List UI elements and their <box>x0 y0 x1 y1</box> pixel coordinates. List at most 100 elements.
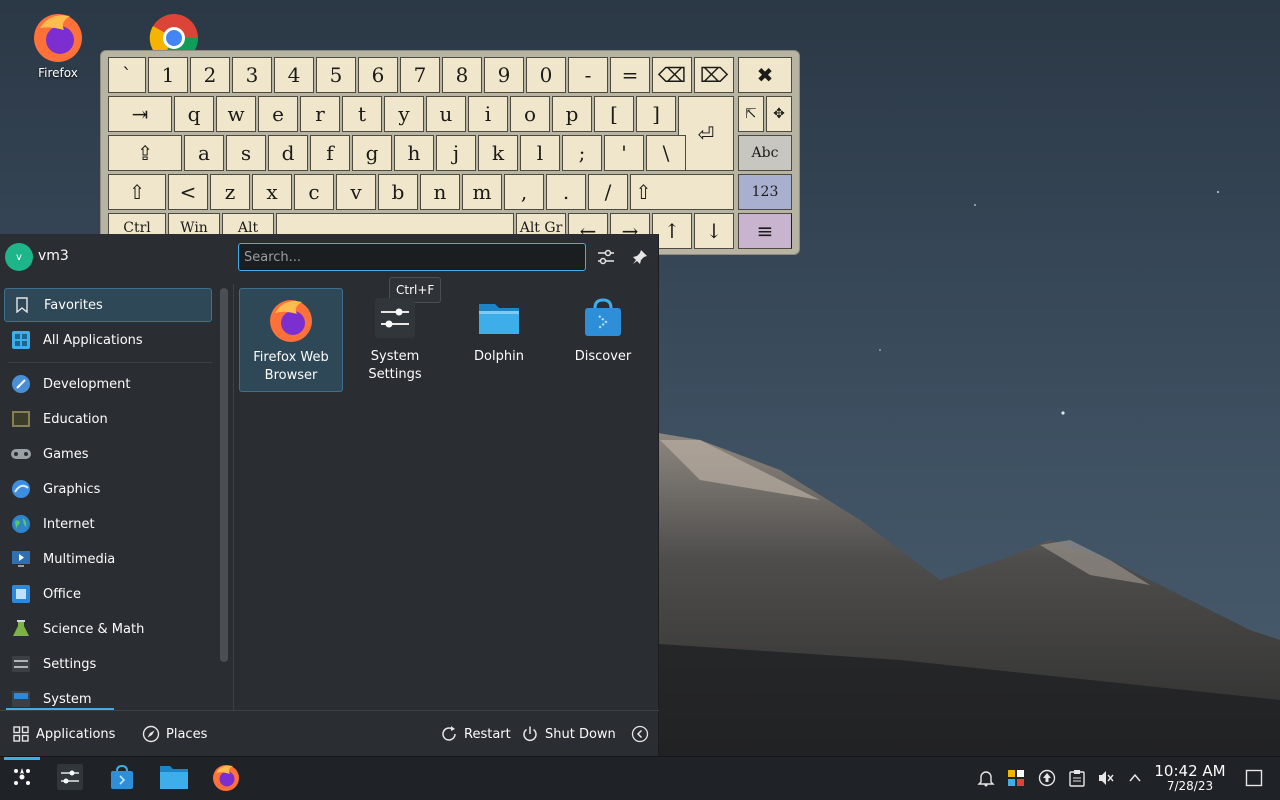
chevron-up-icon[interactable] <box>1124 767 1146 789</box>
show-desktop-icon[interactable] <box>1243 767 1265 789</box>
update-icon[interactable] <box>1036 767 1058 789</box>
category-science-math[interactable]: Science & Math <box>4 612 212 646</box>
favorite-discover[interactable]: Discover <box>551 288 655 392</box>
favorite-dolphin[interactable]: Dolphin <box>447 288 551 392</box>
key-alt[interactable]: Alt <box>222 213 274 235</box>
keyboard-menu-button[interactable]: ≡ <box>738 213 792 249</box>
key-backspace[interactable]: ⌫ <box>652 57 692 93</box>
key-0[interactable]: 0 <box>526 57 566 93</box>
taskbar-dolphin[interactable] <box>155 761 193 797</box>
leave-more-button[interactable] <box>631 711 655 757</box>
key-bracket-right[interactable]: ] <box>636 96 676 132</box>
key-comma[interactable]: , <box>504 174 544 210</box>
key-enter[interactable]: ⏎ <box>678 96 734 171</box>
key-5[interactable]: 5 <box>316 57 356 93</box>
key-r[interactable]: r <box>300 96 340 132</box>
key-shift-right[interactable]: ⇧ <box>630 174 734 210</box>
key-caps-lock[interactable]: ⇪ <box>108 135 182 171</box>
key-semicolon[interactable]: ; <box>562 135 602 171</box>
key-k[interactable]: k <box>478 135 518 171</box>
key-l[interactable]: l <box>520 135 560 171</box>
tab-applications[interactable]: Applications <box>12 711 115 757</box>
key-backtick[interactable]: ` <box>108 57 146 93</box>
key-slash[interactable]: / <box>588 174 628 210</box>
key-1[interactable]: 1 <box>148 57 188 93</box>
key-9[interactable]: 9 <box>484 57 524 93</box>
key-z[interactable]: z <box>210 174 250 210</box>
application-launcher-button[interactable] <box>3 761 41 797</box>
key-x[interactable]: x <box>252 174 292 210</box>
pin-icon[interactable] <box>629 246 651 268</box>
clipboard-icon[interactable] <box>1066 767 1088 789</box>
color-picker-icon[interactable] <box>1005 767 1027 789</box>
key-minus[interactable]: - <box>568 57 608 93</box>
key-i[interactable]: i <box>468 96 508 132</box>
key-w[interactable]: w <box>216 96 256 132</box>
key-2[interactable]: 2 <box>190 57 230 93</box>
category-favorites[interactable]: Favorites <box>4 288 212 322</box>
key-q[interactable]: q <box>174 96 214 132</box>
key-p[interactable]: p <box>552 96 592 132</box>
key-bracket-left[interactable]: [ <box>594 96 634 132</box>
category-development[interactable]: Development <box>4 367 212 401</box>
volume-muted-icon[interactable] <box>1095 767 1117 789</box>
category-graphics[interactable]: Graphics <box>4 472 212 506</box>
taskbar-system-settings[interactable] <box>51 761 89 797</box>
key-abc-layout[interactable]: Abc <box>738 135 792 171</box>
taskbar-discover[interactable] <box>103 761 141 797</box>
key-t[interactable]: t <box>342 96 382 132</box>
key-delete[interactable]: ⌦ <box>694 57 734 93</box>
key-7[interactable]: 7 <box>400 57 440 93</box>
restart-button[interactable]: Restart <box>440 711 511 757</box>
key-numeric-layout[interactable]: 123 <box>738 174 792 210</box>
key-u[interactable]: u <box>426 96 466 132</box>
key-period[interactable]: . <box>546 174 586 210</box>
key-arrow-down[interactable]: ↓ <box>694 213 734 249</box>
key-8[interactable]: 8 <box>442 57 482 93</box>
key-3[interactable]: 3 <box>232 57 272 93</box>
taskbar-firefox[interactable] <box>207 761 245 797</box>
key-e[interactable]: e <box>258 96 298 132</box>
key-m[interactable]: m <box>462 174 502 210</box>
key-shift-left[interactable]: ⇧ <box>108 174 166 210</box>
category-education[interactable]: Education <box>4 402 212 436</box>
configure-icon[interactable] <box>595 246 617 268</box>
category-scrollbar[interactable] <box>220 288 228 662</box>
key-a[interactable]: a <box>184 135 224 171</box>
key-alt-gr[interactable]: Alt Gr <box>516 213 566 235</box>
category-settings[interactable]: Settings <box>4 647 212 681</box>
key-j[interactable]: j <box>436 135 476 171</box>
tab-places[interactable]: Places <box>142 711 207 757</box>
desktop-icon-firefox[interactable]: Firefox <box>18 8 98 80</box>
category-system[interactable]: System <box>4 682 212 710</box>
keyboard-close-button[interactable]: ✖ <box>738 57 792 93</box>
key-h[interactable]: h <box>394 135 434 171</box>
category-games[interactable]: Games <box>4 437 212 471</box>
key-n[interactable]: n <box>420 174 460 210</box>
category-all-applications[interactable]: All Applications <box>4 323 212 357</box>
key-4[interactable]: 4 <box>274 57 314 93</box>
digital-clock[interactable]: 10:42 AM 7/28/23 <box>1150 763 1230 794</box>
key-v[interactable]: v <box>336 174 376 210</box>
pointer-icon[interactable]: ⇱ <box>738 96 764 132</box>
favorite-firefox[interactable]: Firefox Web Browser <box>239 288 343 392</box>
key-c[interactable]: c <box>294 174 334 210</box>
key-d[interactable]: d <box>268 135 308 171</box>
key-f[interactable]: f <box>310 135 350 171</box>
key-backslash[interactable]: \ <box>646 135 686 171</box>
category-internet[interactable]: Internet <box>4 507 212 541</box>
key-s[interactable]: s <box>226 135 266 171</box>
key-space[interactable] <box>276 213 514 235</box>
key-o[interactable]: o <box>510 96 550 132</box>
key-tab[interactable]: ⇥ <box>108 96 172 132</box>
search-input[interactable] <box>238 243 586 271</box>
notifications-icon[interactable] <box>975 767 997 789</box>
avatar[interactable]: v <box>5 243 33 271</box>
category-office[interactable]: Office <box>4 577 212 611</box>
key-apostrophe[interactable]: ' <box>604 135 644 171</box>
key-win[interactable]: Win <box>168 213 220 235</box>
move-icon[interactable]: ✥ <box>766 96 792 132</box>
key-6[interactable]: 6 <box>358 57 398 93</box>
key-less-than[interactable]: < <box>168 174 208 210</box>
favorite-system-settings[interactable]: System Settings <box>343 288 447 392</box>
